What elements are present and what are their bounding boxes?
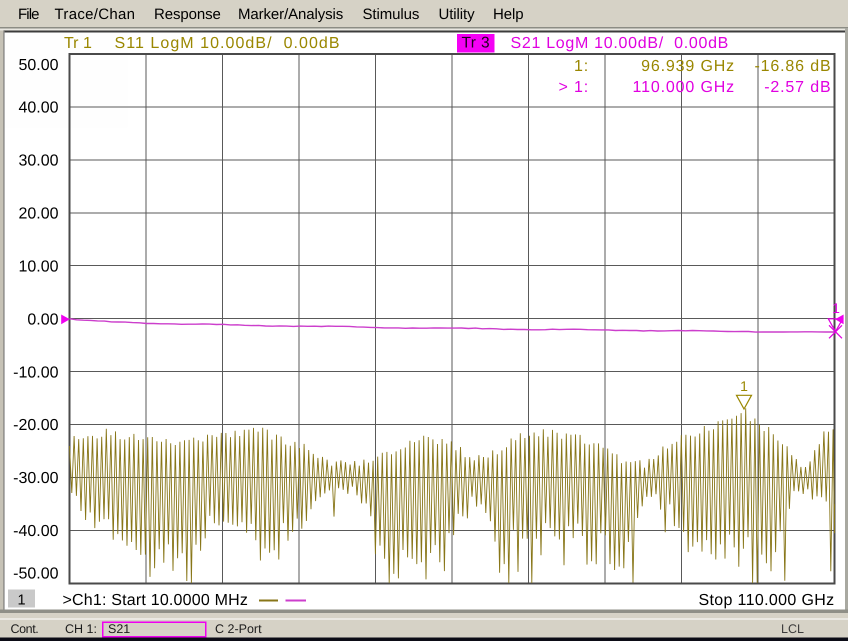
- svg-text:LCL: LCL: [781, 622, 804, 636]
- svg-text:10.00: 10.00: [18, 258, 58, 275]
- svg-text:96.939 GHz: 96.939 GHz: [641, 58, 735, 75]
- svg-text:0.00: 0.00: [27, 311, 58, 328]
- svg-text:1: 1: [832, 300, 840, 316]
- svg-text:Tr 1: Tr 1: [64, 35, 92, 52]
- svg-text:-50.00: -50.00: [13, 566, 58, 583]
- svg-text:-30.00: -30.00: [13, 470, 58, 487]
- svg-text:Marker/Analysis: Marker/Analysis: [238, 6, 343, 23]
- svg-text:Cont.: Cont.: [11, 622, 39, 636]
- svg-text:S21 LogM 10.00dB/ 0.00dB: S21 LogM 10.00dB/ 0.00dB: [511, 35, 730, 52]
- svg-text:-10.00: -10.00: [13, 364, 58, 381]
- svg-text:Utility: Utility: [439, 6, 476, 23]
- svg-text:> 1:: > 1:: [558, 79, 589, 96]
- svg-text:S21: S21: [108, 622, 130, 636]
- svg-text:CH 1:: CH 1:: [65, 622, 97, 636]
- svg-text:1:: 1:: [574, 58, 589, 75]
- svg-text:-40.00: -40.00: [13, 523, 58, 540]
- svg-text:S11 LogM 10.00dB/ 0.00dB: S11 LogM 10.00dB/ 0.00dB: [115, 35, 341, 52]
- svg-text:Tr 3: Tr 3: [462, 35, 491, 52]
- svg-text:1: 1: [740, 378, 748, 394]
- svg-text:-20.00: -20.00: [13, 417, 58, 434]
- svg-text:-2.57 dB: -2.57 dB: [764, 79, 831, 96]
- svg-text:Trace/Chan: Trace/Chan: [55, 6, 136, 23]
- svg-text:Help: Help: [493, 6, 523, 23]
- svg-text:Stimulus: Stimulus: [363, 6, 420, 23]
- svg-text:Stop 110.000 GHz: Stop 110.000 GHz: [698, 592, 834, 609]
- svg-text:File: File: [18, 6, 39, 23]
- svg-text:C 2-Port: C 2-Port: [215, 622, 262, 636]
- svg-text:Response: Response: [154, 6, 221, 23]
- svg-text:-16.86 dB: -16.86 dB: [754, 58, 831, 75]
- svg-text:1: 1: [17, 592, 25, 608]
- svg-text:50.00: 50.00: [18, 57, 58, 74]
- svg-text:20.00: 20.00: [18, 205, 58, 222]
- svg-text:>Ch1: Start 10.0000 MHz: >Ch1: Start 10.0000 MHz: [63, 592, 249, 609]
- svg-text:30.00: 30.00: [18, 152, 58, 169]
- svg-text:110.000 GHz: 110.000 GHz: [633, 79, 735, 96]
- svg-text:40.00: 40.00: [18, 100, 58, 117]
